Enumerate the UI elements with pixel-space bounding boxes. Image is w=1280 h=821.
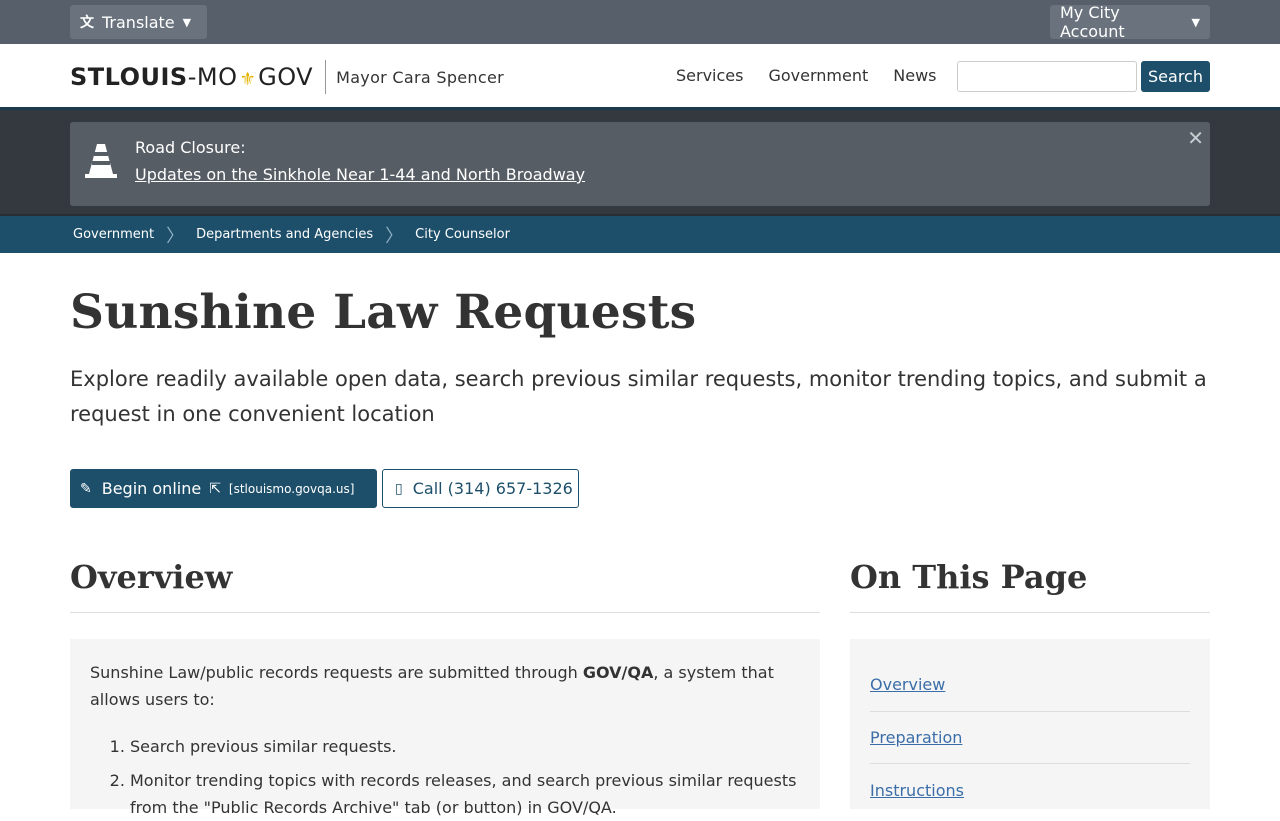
- toc-heading: On This Page: [850, 558, 1088, 596]
- site-header: STLOUIS-MO ⚜GOV Mayor Cara Spencer Servic…: [0, 44, 1280, 110]
- toc-divider: [850, 612, 1210, 613]
- begin-online-domain: [stlouismo.govqa.us]: [228, 481, 355, 496]
- caret-down-icon: ▼: [1191, 15, 1200, 29]
- fleur-de-lis-icon: ⚜: [239, 69, 257, 90]
- alert-band: Road Closure: Updates on the Sinkhole Ne…: [0, 110, 1280, 216]
- overview-heading: Overview: [70, 558, 233, 596]
- list-item: Monitor trending topics with records rel…: [130, 767, 800, 821]
- traffic-cone-icon: [85, 144, 117, 178]
- call-button[interactable]: ▯ Call (314) 657-1326: [382, 469, 579, 508]
- edit-icon: ✎: [80, 480, 92, 497]
- external-link-icon: ⇱: [209, 480, 221, 497]
- main-nav: Services Government News: [676, 66, 936, 85]
- toc-box: Overview Preparation Instructions: [850, 639, 1210, 809]
- nav-news[interactable]: News: [893, 66, 936, 85]
- close-icon[interactable]: ✕: [1187, 126, 1204, 150]
- translate-label: Translate: [102, 12, 175, 32]
- translate-button[interactable]: 文 Translate ▼: [70, 5, 207, 39]
- overview-list: Search previous similar requests. Monito…: [90, 733, 800, 821]
- logo-divider: [325, 60, 327, 94]
- search-input[interactable]: [957, 61, 1137, 92]
- breadcrumb: Government 〉 Departments and Agencies 〉 …: [0, 216, 1280, 253]
- site-logo[interactable]: STLOUIS-MO ⚜GOV Mayor Cara Spencer: [70, 60, 504, 94]
- alert-box: Road Closure: Updates on the Sinkhole Ne…: [70, 122, 1210, 206]
- overview-intro: Sunshine Law/public records requests are…: [90, 663, 774, 709]
- toc-link-preparation[interactable]: Preparation: [870, 712, 1190, 764]
- overview-divider: [70, 612, 820, 613]
- mobile-phone-icon: ▯: [395, 480, 403, 497]
- begin-online-label: Begin online: [101, 479, 202, 498]
- toc-link-instructions[interactable]: Instructions: [870, 764, 1190, 817]
- caret-down-icon: ▼: [182, 15, 192, 29]
- chevron-right-icon: 〉: [166, 225, 185, 247]
- page-lead: Explore readily available open data, sea…: [70, 367, 1207, 426]
- list-item: Search previous similar requests.: [130, 733, 800, 760]
- my-city-account-button[interactable]: My City Account ▼: [1050, 3, 1210, 41]
- breadcrumb-departments[interactable]: Departments and Agencies: [196, 227, 373, 242]
- breadcrumb-city-counselor[interactable]: City Counselor: [415, 227, 510, 242]
- alert-link[interactable]: Updates on the Sinkhole Near 1-44 and No…: [135, 165, 585, 184]
- nav-services[interactable]: Services: [676, 66, 743, 85]
- utility-bar: 文 Translate ▼ My City Account ▼: [0, 0, 1280, 44]
- breadcrumb-government[interactable]: Government: [73, 227, 154, 242]
- page-title: Sunshine Law Requests: [70, 285, 697, 340]
- search-button[interactable]: Search: [1141, 61, 1210, 92]
- toc-link-overview[interactable]: Overview: [870, 659, 1190, 712]
- account-label: My City Account: [1060, 3, 1125, 41]
- logo-text: STLOUIS-MO ⚜GOV: [70, 63, 314, 91]
- translate-icon: 文: [80, 15, 94, 31]
- alert-title: Road Closure:: [135, 138, 246, 157]
- chevron-right-icon: 〉: [385, 225, 404, 247]
- call-label: Call (314) 657-1326: [412, 479, 573, 498]
- mayor-name: Mayor Cara Spencer: [336, 67, 504, 87]
- overview-box: Sunshine Law/public records requests are…: [70, 639, 820, 817]
- begin-online-button[interactable]: ✎ Begin online ⇱ [stlouismo.govqa.us]: [70, 469, 377, 508]
- nav-government[interactable]: Government: [768, 66, 868, 85]
